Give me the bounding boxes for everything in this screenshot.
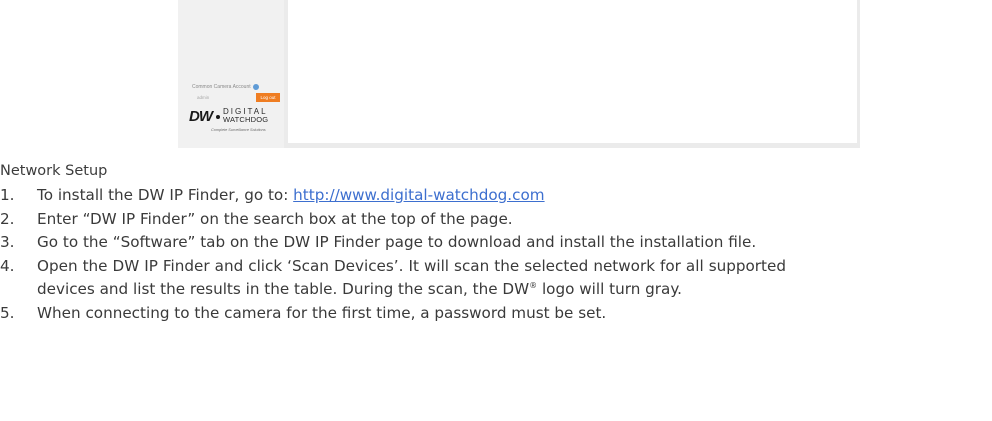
help-icon[interactable] bbox=[252, 84, 259, 90]
section-heading: Network Setup bbox=[0, 163, 108, 179]
account-label: Common Camera Account bbox=[192, 84, 251, 90]
step-number: 2. bbox=[0, 209, 15, 228]
step-1: 1. To install the DW IP Finder, go to: h… bbox=[0, 184, 786, 208]
step-text: When connecting to the camera for the fi… bbox=[37, 303, 607, 322]
account-row: admin Log out bbox=[192, 93, 280, 102]
logo-dot bbox=[216, 115, 220, 119]
logo-dw-mark: DW bbox=[189, 108, 213, 125]
camera-ui-screenshot: Common Camera Account admin Log out DW D… bbox=[178, 0, 860, 148]
camera-ui-sidebar: Common Camera Account admin Log out DW D… bbox=[178, 0, 284, 148]
digital-watchdog-logo: DW DIGITAL WATCHDOG Complete Surveillanc… bbox=[189, 106, 285, 136]
logo-tagline: Complete Surveillance Solutions bbox=[211, 128, 266, 132]
setup-steps-list: 1. To install the DW IP Finder, go to: h… bbox=[0, 184, 786, 325]
website-link[interactable]: http://www.digital-watchdog.com bbox=[293, 186, 544, 204]
step-2: 2. Enter “DW IP Finder” on the search bo… bbox=[0, 208, 786, 232]
account-label-row: Common Camera Account bbox=[192, 84, 259, 90]
camera-ui-main-panel bbox=[288, 0, 857, 143]
step-text: Go to the “Software” tab on the DW IP Fi… bbox=[37, 233, 757, 251]
registered-mark: ® bbox=[529, 280, 538, 290]
step-number: 5. bbox=[0, 303, 15, 322]
step-text-end: logo will turn gray. bbox=[537, 280, 682, 298]
step-number: 4. bbox=[0, 256, 15, 275]
step-5: 5. When connecting to the camera for the… bbox=[0, 302, 786, 326]
step-number: 1. bbox=[0, 186, 15, 204]
step-4: 4. Open the DW IP Finder and click ‘Scan… bbox=[0, 255, 786, 302]
account-name: admin bbox=[197, 95, 210, 100]
step-number: 3. bbox=[0, 233, 15, 251]
step-3: 3. Go to the “Software” tab on the DW IP… bbox=[0, 231, 786, 255]
logo-watchdog-text: WATCHDOG bbox=[223, 115, 269, 124]
logout-button[interactable]: Log out bbox=[256, 93, 280, 102]
step-text: Enter “DW IP Finder” on the search box a… bbox=[37, 209, 513, 228]
step-text: To install the DW IP Finder, go to: bbox=[37, 186, 294, 204]
